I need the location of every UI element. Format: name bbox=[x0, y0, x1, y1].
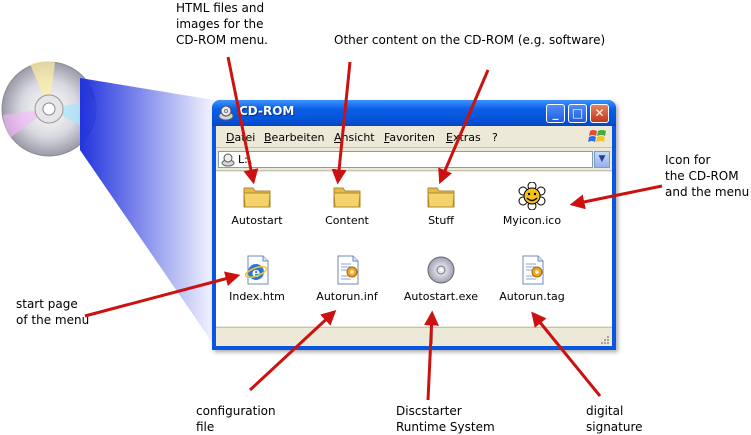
file-item[interactable]: Autostart bbox=[212, 182, 302, 244]
file-name: Index.htm bbox=[229, 290, 285, 303]
menu-bar: Datei Bearbeiten Ansicht Favoriten Extra… bbox=[216, 126, 612, 148]
explorer-window: CD-ROM _ □ ✕ Datei Bearbeiten Ansicht Fa… bbox=[212, 100, 616, 350]
address-dropdown-button[interactable]: ▼ bbox=[594, 151, 610, 168]
file-view: Autostart Content Stuff Myicon.ico e Ind… bbox=[216, 172, 612, 326]
html-document-icon: e bbox=[244, 255, 269, 285]
menu-extras[interactable]: Extras bbox=[446, 131, 481, 144]
flower-smiley-icon bbox=[518, 182, 546, 210]
status-bar bbox=[216, 327, 612, 346]
title-bar[interactable]: CD-ROM _ □ ✕ bbox=[212, 100, 616, 126]
window-title: CD-ROM bbox=[239, 104, 295, 118]
diagram-scene: HTML files and images for the CD-ROM men… bbox=[0, 0, 751, 434]
file-name: Autostart bbox=[231, 214, 283, 227]
file-item[interactable]: Autostart.exe bbox=[396, 254, 486, 316]
folder-icon bbox=[243, 187, 271, 208]
file-name: Autorun.tag bbox=[499, 290, 565, 303]
menu-datei[interactable]: Datei bbox=[226, 131, 255, 144]
menu-help[interactable]: ? bbox=[492, 131, 498, 144]
cd-application-icon bbox=[427, 256, 455, 284]
file-name: Myicon.ico bbox=[502, 214, 562, 227]
file-name: Autorun.inf bbox=[316, 290, 378, 303]
file-item[interactable]: Myicon.ico bbox=[487, 182, 577, 244]
menu-ansicht[interactable]: Ansicht bbox=[334, 131, 375, 144]
maximize-button[interactable]: □ bbox=[568, 104, 587, 123]
settings-file-icon bbox=[522, 255, 544, 285]
cd-drive-icon bbox=[221, 153, 235, 167]
address-value: L:\ bbox=[238, 153, 252, 166]
file-name: Content bbox=[325, 214, 369, 227]
windows-logo-icon bbox=[588, 130, 606, 142]
settings-file-icon bbox=[337, 255, 359, 285]
window-body: Datei Bearbeiten Ansicht Favoriten Extra… bbox=[216, 126, 612, 346]
file-item[interactable]: Autorun.tag bbox=[487, 254, 577, 316]
folder-icon bbox=[427, 187, 455, 208]
address-bar: L:\ ▼ bbox=[216, 149, 612, 171]
cd-drive-icon bbox=[218, 105, 234, 121]
status-divider bbox=[432, 330, 433, 344]
file-item[interactable]: Autorun.inf bbox=[302, 254, 392, 316]
menu-bearbeiten[interactable]: Bearbeiten bbox=[264, 131, 324, 144]
close-button[interactable]: ✕ bbox=[590, 104, 609, 123]
minimize-button[interactable]: _ bbox=[546, 104, 565, 123]
folder-icon bbox=[333, 187, 361, 208]
file-name: Autostart.exe bbox=[403, 290, 479, 303]
resize-grip-icon[interactable] bbox=[599, 334, 609, 344]
file-name: Stuff bbox=[428, 214, 454, 227]
file-item[interactable]: Content bbox=[302, 182, 392, 244]
address-input[interactable]: L:\ bbox=[218, 151, 593, 168]
menu-favoriten[interactable]: Favoriten bbox=[384, 131, 435, 144]
file-item[interactable]: Stuff bbox=[396, 182, 486, 244]
file-item[interactable]: e Index.htm bbox=[212, 254, 302, 316]
